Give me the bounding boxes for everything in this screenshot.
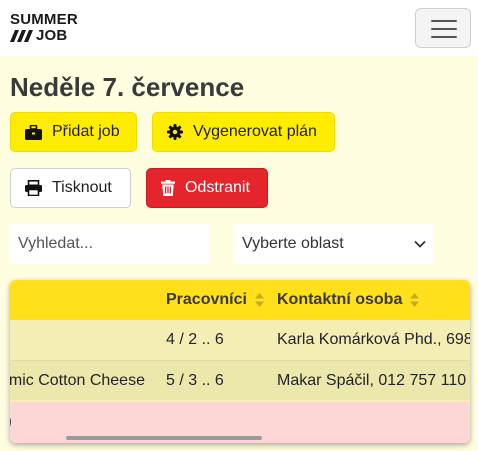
- area-select[interactable]: Vyberte oblast: [234, 224, 434, 264]
- workers-cell: 5 / 3 .. 6: [166, 372, 224, 389]
- table-row[interactable]: omic Cotton Cheese 5 / 3 .. 6 Makar Spáč…: [10, 360, 470, 400]
- column-header-workers[interactable]: Pracovníci: [166, 280, 264, 320]
- job-name-cell: :): [10, 402, 12, 442]
- area-select-value: Vyberte oblast: [242, 235, 344, 252]
- add-job-button[interactable]: Přidat job: [10, 112, 137, 152]
- search-placeholder: Vyhledat...: [18, 235, 94, 252]
- workers-cell: 4 / 2 .. 6: [166, 331, 224, 348]
- gear-icon: [167, 124, 183, 140]
- logo-text-bottom: JOB: [36, 27, 68, 44]
- trash-icon: [161, 180, 175, 196]
- print-label: Tisknout: [52, 179, 112, 196]
- page-title: Neděle 7. července: [10, 72, 245, 102]
- summerjob-logo[interactable]: SUMMER JOB: [10, 12, 78, 46]
- briefcase-icon: [25, 124, 42, 140]
- generate-plan-label: Vygenerovat plán: [193, 123, 317, 140]
- search-input[interactable]: Vyhledat...: [10, 224, 210, 264]
- contact-cell: Karla Komárková Phd., 698: [277, 331, 470, 348]
- table-header-row: Pracovníci Kontaktní osoba: [10, 280, 470, 320]
- horizontal-scrollbar[interactable]: [66, 436, 262, 440]
- hamburger-icon: [431, 20, 457, 38]
- contact-cell: Makar Spáčil, 012 757 110: [277, 372, 467, 389]
- logo-text-top: SUMMER: [10, 11, 78, 28]
- jobs-table[interactable]: Pracovníci Kontaktní osoba 4 / 2 .. 6 Ka…: [10, 280, 470, 443]
- table-row[interactable]: 4 / 2 .. 6 Karla Komárková Phd., 698: [10, 320, 470, 360]
- printer-icon: [25, 180, 42, 196]
- logo-stripes-icon: [10, 30, 33, 42]
- generate-plan-button[interactable]: Vygenerovat plán: [152, 112, 335, 152]
- delete-button[interactable]: Odstranit: [146, 168, 268, 208]
- sort-icon: [410, 293, 420, 307]
- column-header-contact[interactable]: Kontaktní osoba: [277, 280, 420, 320]
- menu-toggle-button[interactable]: [415, 8, 471, 48]
- add-job-label: Přidat job: [52, 123, 120, 140]
- navbar: SUMMER JOB: [0, 0, 478, 56]
- chevron-down-icon: [414, 240, 426, 248]
- job-name-cell: omic Cotton Cheese: [10, 372, 145, 389]
- sort-icon: [254, 293, 264, 307]
- print-button[interactable]: Tisknout: [10, 168, 131, 208]
- delete-label: Odstranit: [185, 179, 250, 196]
